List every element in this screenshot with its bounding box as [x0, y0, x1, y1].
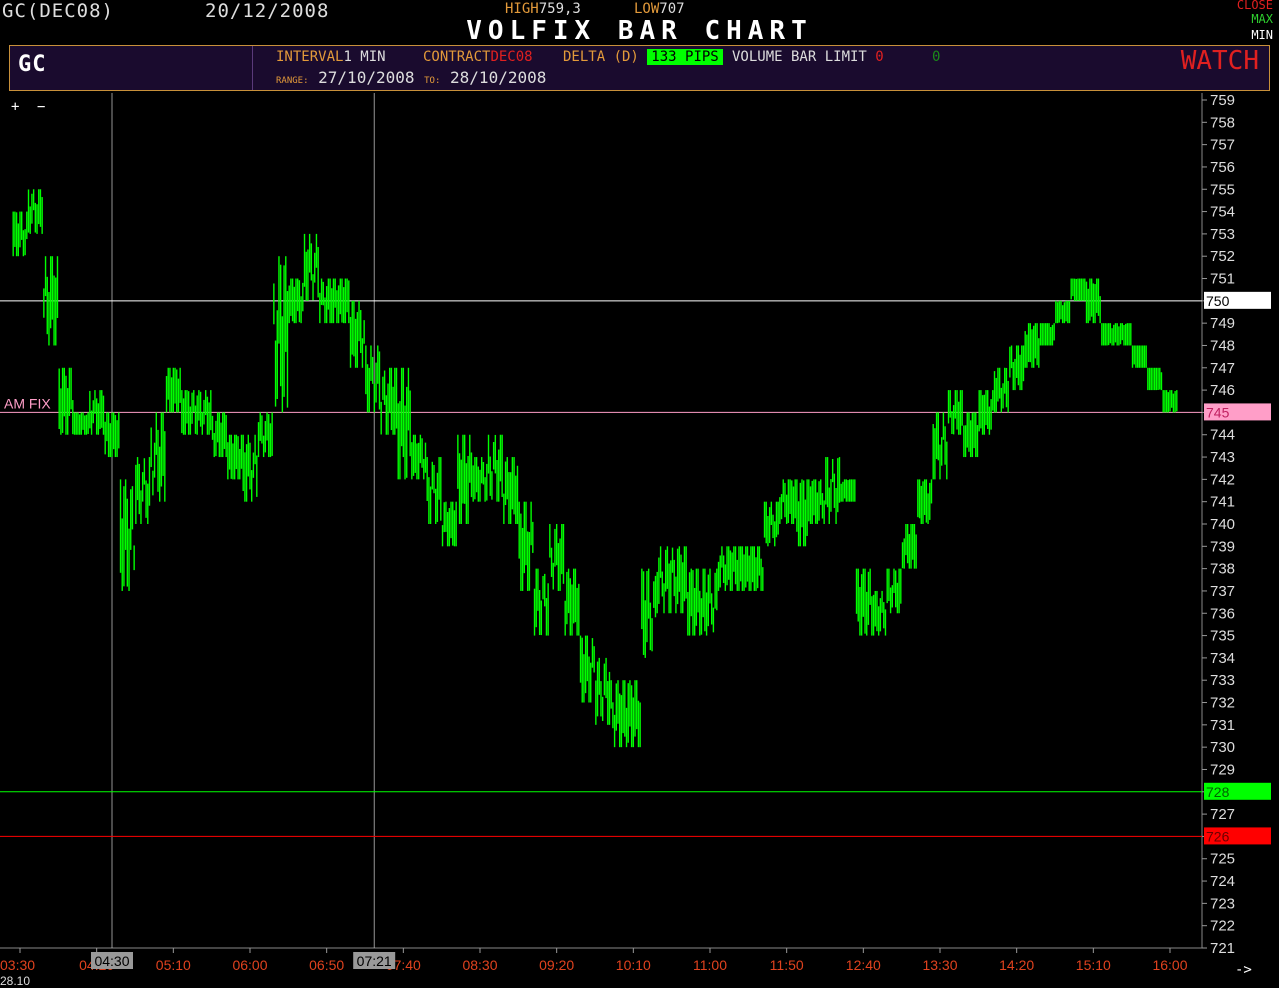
x-tick-label: 11:00 [693, 957, 727, 973]
y-tick-label: 743 [1210, 449, 1235, 466]
y-tick-label: 735 [1210, 628, 1235, 645]
y-tick-label: 734 [1210, 650, 1235, 667]
y-tick-label: 752 [1210, 248, 1235, 265]
y-tick-label: 751 [1210, 271, 1235, 288]
level-tag-label: 726 [1206, 828, 1230, 844]
y-tick-label: 747 [1210, 360, 1235, 377]
x-tick-label: 08:30 [462, 957, 497, 973]
x-tick-label: 10:10 [616, 957, 651, 973]
y-tick-label: 758 [1210, 114, 1235, 131]
level-tag-label: 750 [1206, 293, 1230, 309]
x-tick-label: 09:20 [539, 957, 574, 973]
x-tick-label: 16:00 [1152, 957, 1187, 973]
y-tick-label: 731 [1210, 717, 1235, 734]
y-tick-label: 738 [1210, 561, 1235, 578]
y-tick-label: 725 [1210, 851, 1235, 868]
y-tick-label: 729 [1210, 761, 1235, 778]
x-tick-label: 11:50 [770, 957, 804, 973]
y-tick-label: 749 [1210, 315, 1235, 332]
x-tick-label: 14:20 [999, 957, 1034, 973]
y-tick-label: 759 [1210, 92, 1235, 109]
cursor-time-label: 07:21 [357, 953, 392, 969]
level-tag-label: 745 [1206, 404, 1230, 420]
y-tick-label: 757 [1210, 137, 1235, 154]
y-tick-label: 723 [1210, 895, 1235, 912]
y-tick-label: 721 [1210, 940, 1235, 957]
scroll-right-button[interactable]: -> [1235, 962, 1252, 978]
y-tick-label: 732 [1210, 695, 1235, 712]
price-chart[interactable]: 721 722 723 724 725 726 727 728 729 730 731 732 733 7… [0, 0, 1279, 987]
y-tick-label: 733 [1210, 672, 1235, 689]
y-tick-label: 722 [1210, 918, 1235, 935]
y-tick-label: 740 [1210, 516, 1235, 533]
y-tick-label: 746 [1210, 382, 1235, 399]
y-tick-label: 755 [1210, 181, 1235, 198]
x-tick-label: 05:10 [156, 957, 191, 973]
level-tag-label: 728 [1206, 784, 1230, 800]
y-tick-label: 754 [1210, 204, 1235, 221]
x-tick-label: 15:10 [1076, 957, 1111, 973]
footer-date: 28.10 [0, 974, 31, 988]
y-tick-label: 736 [1210, 605, 1235, 622]
y-tick-label: 739 [1210, 538, 1235, 555]
x-tick-label: 12:40 [846, 957, 881, 973]
y-tick-label: 742 [1210, 471, 1235, 488]
y-tick-label: 727 [1210, 806, 1235, 823]
x-tick-label: 06:00 [232, 957, 267, 973]
y-tick-label: 744 [1210, 427, 1235, 444]
y-tick-label: 730 [1210, 739, 1235, 756]
y-tick-label: 741 [1210, 494, 1235, 511]
y-tick-label: 756 [1210, 159, 1235, 176]
cursor-time-label: 04:30 [94, 953, 129, 969]
y-tick-label: 753 [1210, 226, 1235, 243]
y-tick-label: 748 [1210, 337, 1235, 354]
x-tick-label: 03:30 [0, 957, 35, 973]
x-tick-label: 13:30 [922, 957, 957, 973]
y-tick-label: 737 [1210, 583, 1235, 600]
y-tick-label: 724 [1210, 873, 1235, 890]
x-tick-label: 06:50 [309, 957, 344, 973]
level-name: AM FIX [4, 395, 51, 411]
